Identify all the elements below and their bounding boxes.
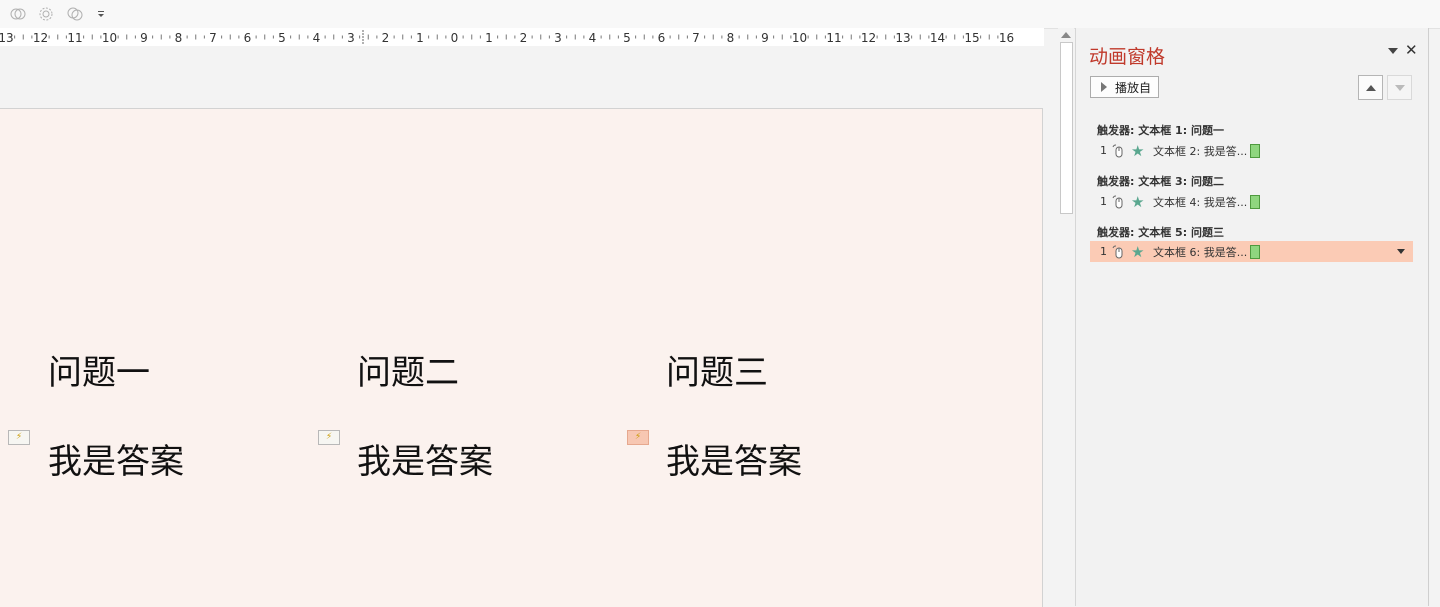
timing-bar[interactable] xyxy=(1250,143,1261,158)
mouse-click-icon xyxy=(1111,144,1125,158)
ruler-label: 3 xyxy=(554,31,562,45)
ruler-label: 6 xyxy=(658,31,666,45)
ruler-label: 2 xyxy=(382,31,390,45)
ruler-label: 2 xyxy=(520,31,528,45)
animation-order-number: 1 xyxy=(1100,144,1107,157)
ruler-label: 10 xyxy=(792,31,807,45)
ruler-label: 6 xyxy=(244,31,252,45)
star-icon: ★ xyxy=(1131,192,1145,211)
pane-border xyxy=(1428,28,1429,606)
customize-dropdown-icon[interactable] xyxy=(94,4,108,24)
shape-union-icon[interactable] xyxy=(8,4,28,24)
chevron-down-icon[interactable] xyxy=(1397,249,1405,254)
scroll-up-icon[interactable] xyxy=(1061,32,1071,38)
mouse-click-icon xyxy=(1111,195,1125,209)
star-icon: ★ xyxy=(1131,242,1145,261)
ruler-label: 1 xyxy=(416,31,424,45)
ruler-label: 1 xyxy=(485,31,493,45)
animation-item-selected[interactable]: 1 ★ 文本框 6: 我是答... xyxy=(1090,241,1413,262)
answer-3-textbox[interactable]: 我是答案 xyxy=(666,434,802,483)
question-3-textbox[interactable]: 问题三 xyxy=(666,345,768,394)
ruler-label: 13 xyxy=(895,31,910,45)
ruler-label: 8 xyxy=(175,31,183,45)
ruler-label: 7 xyxy=(692,31,700,45)
ruler-label: 10 xyxy=(102,31,117,45)
animation-order-number: 1 xyxy=(1100,195,1107,208)
ruler-label: 4 xyxy=(589,31,597,45)
pane-options-icon[interactable] xyxy=(1386,44,1400,58)
animation-pane: 动画窗格 ✕ 播放自 触发器: 文本框 1: 问题一 1 ★ 文本框 2: 我是… xyxy=(1076,28,1428,606)
lightning-icon[interactable]: ⚡ xyxy=(318,430,340,445)
question-1-textbox[interactable]: 问题一 xyxy=(48,345,150,394)
animation-target-label: 文本框 4: 我是答... xyxy=(1153,195,1248,209)
slide-editing-area: 问题一 问题二 问题三 ⚡ ⚡ ⚡ 我是答案 我是答案 我是答案 xyxy=(0,46,1044,607)
move-up-button[interactable] xyxy=(1358,75,1383,100)
question-2-textbox[interactable]: 问题二 xyxy=(357,345,459,394)
lightning-icon[interactable]: ⚡ xyxy=(8,430,30,445)
ruler-scale: 13 12 11 10 9 8 7 6 5 4 3 2 1 0 1 2 3 4 5 6 7 8 9 10 11 12 13 14 15 1… xyxy=(0,28,1044,46)
animation-order-number: 1 xyxy=(1100,245,1107,258)
animation-target-label: 文本框 2: 我是答... xyxy=(1153,144,1248,158)
animation-item[interactable]: 1 ★ 文本框 4: 我是答... xyxy=(1090,191,1413,212)
ruler-label: 12 xyxy=(861,31,876,45)
vertical-scrollbar[interactable] xyxy=(1058,28,1074,606)
ruler-label: 5 xyxy=(623,31,631,45)
ruler-label: 4 xyxy=(313,31,321,45)
ruler-label: 14 xyxy=(930,31,945,45)
trigger-header: 触发器: 文本框 3: 问题二 xyxy=(1097,175,1224,188)
play-button-label: 播放自 xyxy=(1115,80,1152,95)
lightning-icon[interactable]: ⚡ xyxy=(627,430,649,445)
timing-bar[interactable] xyxy=(1250,194,1261,209)
arrow-down-icon xyxy=(1394,84,1405,91)
ruler-label: 7 xyxy=(209,31,217,45)
slide-canvas[interactable]: 问题一 问题二 问题三 ⚡ ⚡ ⚡ 我是答案 我是答案 我是答案 xyxy=(0,108,1043,607)
play-icon xyxy=(1101,82,1107,92)
animation-target-label: 文本框 6: 我是答... xyxy=(1153,245,1248,259)
ruler-label: 13 xyxy=(0,31,14,45)
move-down-button[interactable] xyxy=(1387,75,1412,100)
ruler-label: 3 xyxy=(347,31,355,45)
ruler-label: 8 xyxy=(727,31,735,45)
mouse-click-icon xyxy=(1111,245,1125,259)
ruler-label: 12 xyxy=(33,31,48,45)
animation-item[interactable]: 1 ★ 文本框 2: 我是答... xyxy=(1090,140,1413,161)
close-icon[interactable]: ✕ xyxy=(1405,41,1418,59)
ruler-label: 9 xyxy=(140,31,148,45)
arrow-up-icon xyxy=(1365,84,1376,91)
ruler-label: 9 xyxy=(761,31,769,45)
ruler-label: 5 xyxy=(278,31,286,45)
answer-1-textbox[interactable]: 我是答案 xyxy=(48,434,184,483)
ruler-label: 11 xyxy=(67,31,82,45)
horizontal-ruler[interactable]: 13 12 11 10 9 8 7 6 5 4 3 2 1 0 1 2 3 4 5 6 7 8 9 10 11 12 13 14 15 1… xyxy=(0,28,1044,46)
star-icon: ★ xyxy=(1131,141,1145,160)
scrollbar-thumb[interactable] xyxy=(1060,42,1073,214)
quick-access-toolbar xyxy=(0,0,1440,29)
pane-title: 动画窗格 xyxy=(1089,46,1166,68)
ruler-label: 16 xyxy=(999,31,1014,45)
play-from-button[interactable]: 播放自 xyxy=(1090,76,1159,98)
shape-intersect-icon[interactable] xyxy=(65,4,85,24)
ruler-label: 15 xyxy=(964,31,979,45)
ruler-label: 11 xyxy=(826,31,841,45)
trigger-header: 触发器: 文本框 5: 问题三 xyxy=(1097,226,1224,239)
shape-fragment-icon[interactable] xyxy=(36,4,56,24)
trigger-header: 触发器: 文本框 1: 问题一 xyxy=(1097,124,1224,137)
ruler-label: 0 xyxy=(451,31,459,45)
answer-2-textbox[interactable]: 我是答案 xyxy=(357,434,493,483)
timing-bar[interactable] xyxy=(1250,244,1261,259)
